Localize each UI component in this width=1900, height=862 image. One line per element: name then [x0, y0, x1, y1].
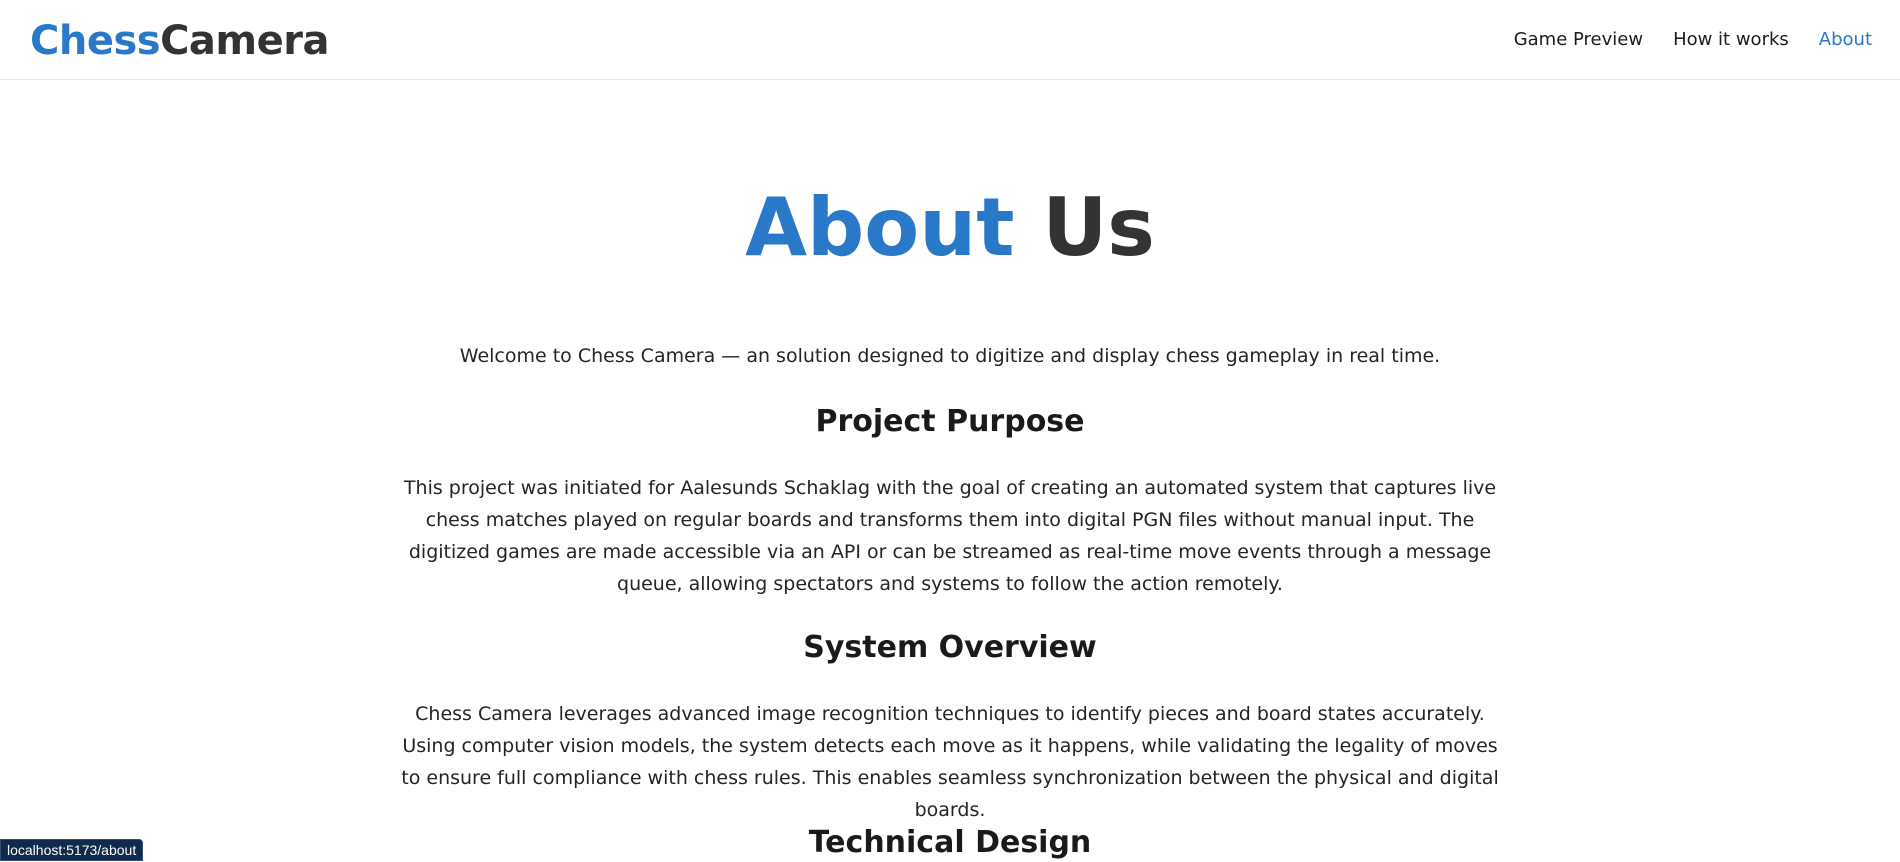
brand-part-chess: Chess [30, 18, 160, 64]
section-body-project-purpose: This project was initiated for Aalesunds… [400, 472, 1500, 600]
section-body-system-overview: Chess Camera leverages advanced image re… [400, 698, 1500, 826]
page-title-about: About [745, 181, 1014, 274]
nav-links: Game Preview How it works About [1514, 28, 1872, 52]
intro-text: Welcome to Chess Camera — an solution de… [0, 342, 1900, 370]
section-heading-technical-design: Technical Design [0, 824, 1900, 862]
nav-link-about[interactable]: About [1819, 28, 1872, 52]
nav-link-how-it-works[interactable]: How it works [1673, 28, 1789, 52]
page-title-us: Us [1042, 181, 1155, 274]
nav-link-game-preview[interactable]: Game Preview [1514, 28, 1643, 52]
page-title: About Us [0, 180, 1900, 276]
navbar: ChessCamera Game Preview How it works Ab… [0, 0, 1900, 80]
brand-part-camera: Camera [160, 18, 329, 64]
link-status-tooltip: localhost:5173/about [0, 839, 143, 861]
section-heading-project-purpose: Project Purpose [0, 403, 1900, 441]
section-heading-system-overview: System Overview [0, 629, 1900, 667]
brand-logo[interactable]: ChessCamera [30, 17, 329, 65]
